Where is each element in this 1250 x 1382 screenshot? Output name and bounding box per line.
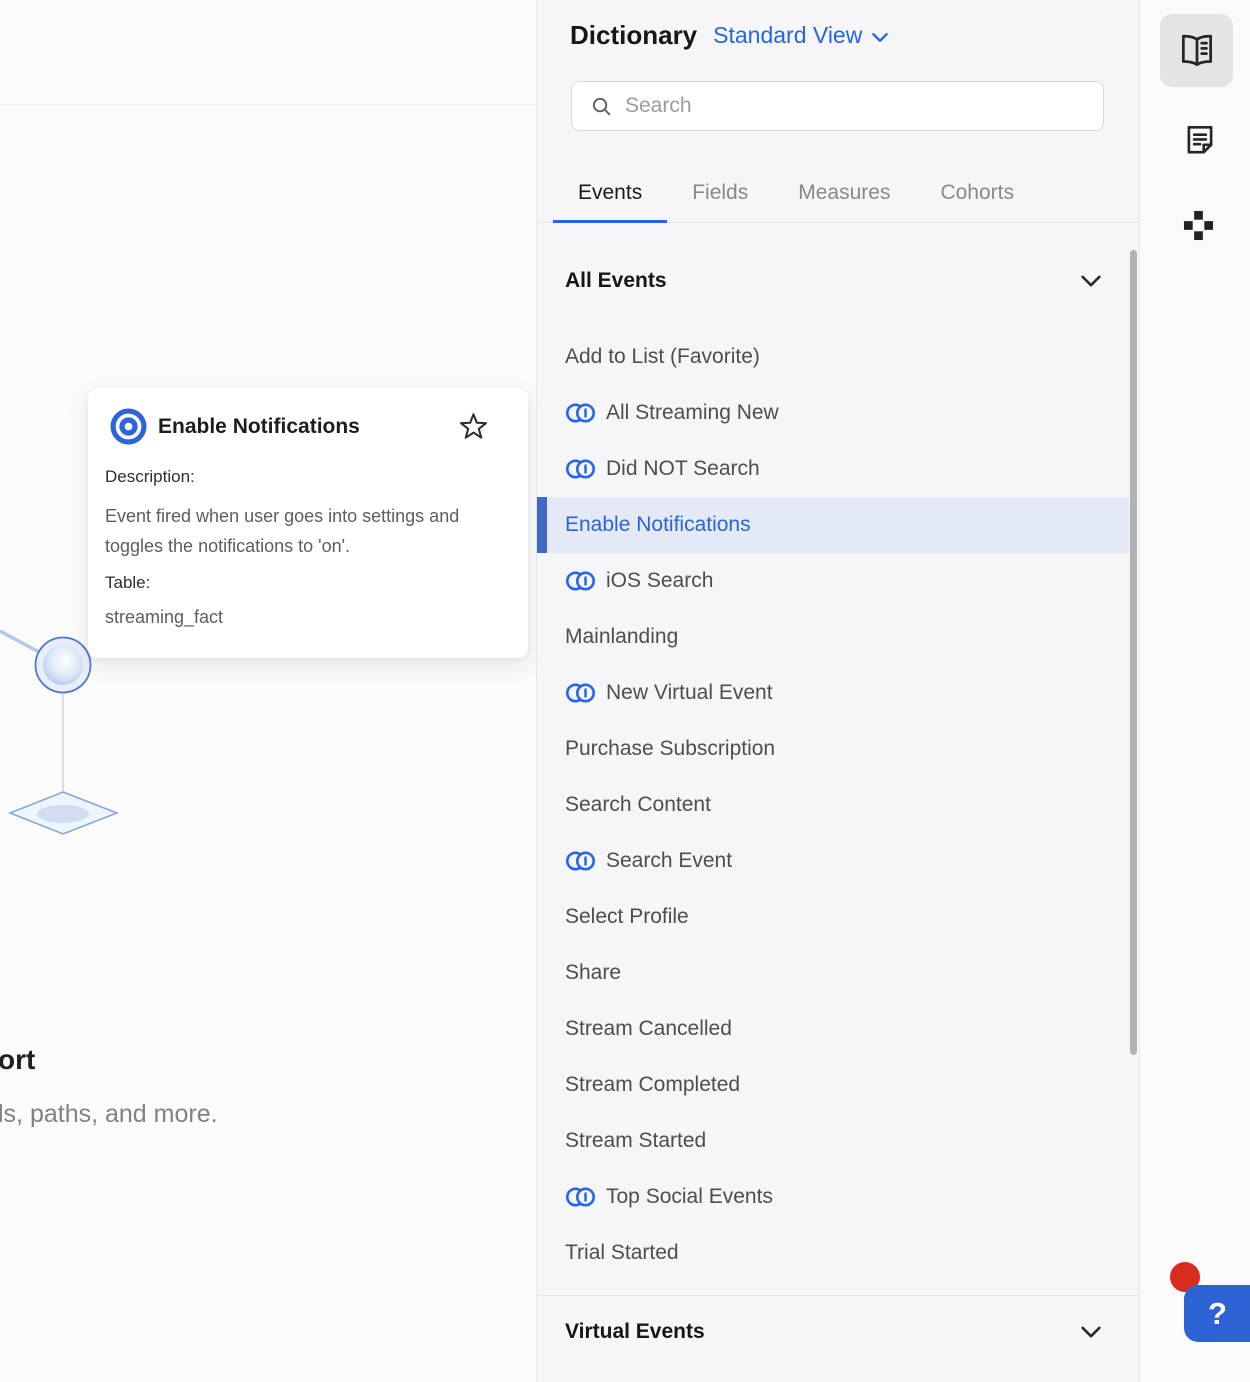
chevron-down-icon[interactable] — [1079, 1325, 1103, 1339]
section-header-virtual-events[interactable]: Virtual Events — [565, 1296, 1103, 1368]
event-item-enable-notifications[interactable]: Enable Notifications — [537, 497, 1129, 553]
virtual-event-icon — [565, 850, 596, 872]
section-label: Virtual Events — [565, 1320, 705, 1343]
event-item-select-profile[interactable]: Select Profile — [537, 889, 1129, 945]
event-target-icon — [110, 408, 147, 445]
event-label: Share — [565, 961, 622, 984]
event-item-all-streaming-new[interactable]: All Streaming New — [537, 385, 1129, 441]
event-item-share[interactable]: Share — [537, 945, 1129, 1001]
tab-fields[interactable]: Fields — [667, 165, 773, 222]
virtual-events-section: Virtual Events — [537, 1295, 1139, 1368]
view-selector-dropdown[interactable]: Standard View — [713, 22, 889, 49]
help-button[interactable]: ? — [1184, 1285, 1250, 1342]
virtual-event-icon — [565, 402, 596, 424]
tab-cohorts[interactable]: Cohorts — [915, 165, 1039, 222]
chevron-down-icon — [872, 32, 889, 43]
canvas-heading-fragment: ort — [0, 1044, 36, 1075]
event-list: Add to List (Favorite) All Streaming New… — [537, 329, 1139, 1281]
event-label: Select Profile — [565, 905, 689, 928]
tab-measures[interactable]: Measures — [773, 165, 915, 222]
event-item-trial-started[interactable]: Trial Started — [537, 1225, 1129, 1281]
event-label: Top Social Events — [606, 1185, 773, 1208]
event-label: Purchase Subscription — [565, 737, 776, 760]
event-label: Add to List (Favorite) — [565, 345, 760, 368]
notes-icon[interactable] — [1182, 122, 1218, 158]
section-label: All Events — [565, 269, 667, 292]
event-label: Trial Started — [565, 1241, 679, 1264]
chevron-down-icon[interactable] — [1079, 274, 1103, 288]
help-button-label: ? — [1208, 1295, 1227, 1331]
canvas-topbar — [0, 0, 536, 105]
event-label: All Streaming New — [606, 401, 779, 424]
search-input[interactable] — [625, 94, 1089, 118]
virtual-event-icon — [565, 682, 596, 704]
description-label: Description: — [105, 467, 195, 486]
event-item-did-not-search[interactable]: Did NOT Search — [537, 441, 1129, 497]
event-label: New Virtual Event — [606, 681, 773, 704]
search-box[interactable] — [571, 81, 1104, 131]
panel-title: Dictionary — [570, 20, 698, 50]
scrollbar[interactable] — [1130, 250, 1137, 1055]
dictionary-panel: Dictionary Standard View EventsFieldsMea… — [537, 0, 1139, 1382]
virtual-event-icon — [565, 1186, 596, 1208]
search-icon — [592, 97, 611, 115]
event-item-top-social-events[interactable]: Top Social Events — [537, 1169, 1129, 1225]
event-label: Stream Completed — [565, 1073, 741, 1096]
event-label: Search Event — [606, 849, 733, 872]
event-label: iOS Search — [606, 569, 714, 592]
event-label: Did NOT Search — [606, 457, 760, 480]
main-canvas: ort ls, paths, and more. — [0, 0, 537, 1382]
table-label: Table: — [105, 573, 151, 592]
event-item-mainlanding[interactable]: Mainlanding — [537, 609, 1129, 665]
dictionary-tabs: Events Fields Measures Cohorts — [537, 165, 1139, 223]
event-label: Enable Notifications — [565, 513, 751, 536]
event-label: Stream Cancelled — [565, 1017, 732, 1040]
event-label: Mainlanding — [565, 625, 679, 648]
description-text: Event fired when user goes into settings… — [105, 506, 460, 556]
tab-events[interactable]: Events — [553, 165, 668, 223]
dictionary-book-icon[interactable] — [1160, 14, 1233, 87]
event-label: Search Content — [565, 793, 711, 816]
event-detail-card: Enable Notifications Description: Event … — [88, 388, 528, 658]
event-item-add-to-list-favorite[interactable]: Add to List (Favorite) — [537, 329, 1129, 385]
event-item-purchase-subscription[interactable]: Purchase Subscription — [537, 721, 1129, 777]
event-item-search-content[interactable]: Search Content — [537, 777, 1129, 833]
event-item-stream-started[interactable]: Stream Started — [537, 1113, 1129, 1169]
virtual-event-icon — [565, 458, 596, 480]
event-label: Stream Started — [565, 1129, 707, 1152]
event-item-new-virtual-event[interactable]: New Virtual Event — [537, 665, 1129, 721]
view-selector-label: Standard View — [713, 22, 863, 48]
apps-grid-icon[interactable] — [1183, 210, 1214, 241]
event-card-title: Enable Notifications — [158, 414, 360, 438]
favorite-star-icon[interactable] — [459, 412, 488, 441]
canvas-subtitle-fragment: ls, paths, and more. — [0, 1100, 218, 1128]
event-item-stream-cancelled[interactable]: Stream Cancelled — [537, 1001, 1129, 1057]
event-item-search-event[interactable]: Search Event — [537, 833, 1129, 889]
event-list-region: All Events Add to List (Favorite) All St… — [537, 223, 1139, 1382]
event-item-stream-completed[interactable]: Stream Completed — [537, 1057, 1129, 1113]
section-header-all-events[interactable]: All Events — [565, 253, 1103, 309]
virtual-event-icon — [565, 570, 596, 592]
event-item-ios-search[interactable]: iOS Search — [537, 553, 1129, 609]
table-name: streaming_fact — [105, 607, 224, 627]
right-toolbar: ? — [1139, 0, 1250, 1382]
